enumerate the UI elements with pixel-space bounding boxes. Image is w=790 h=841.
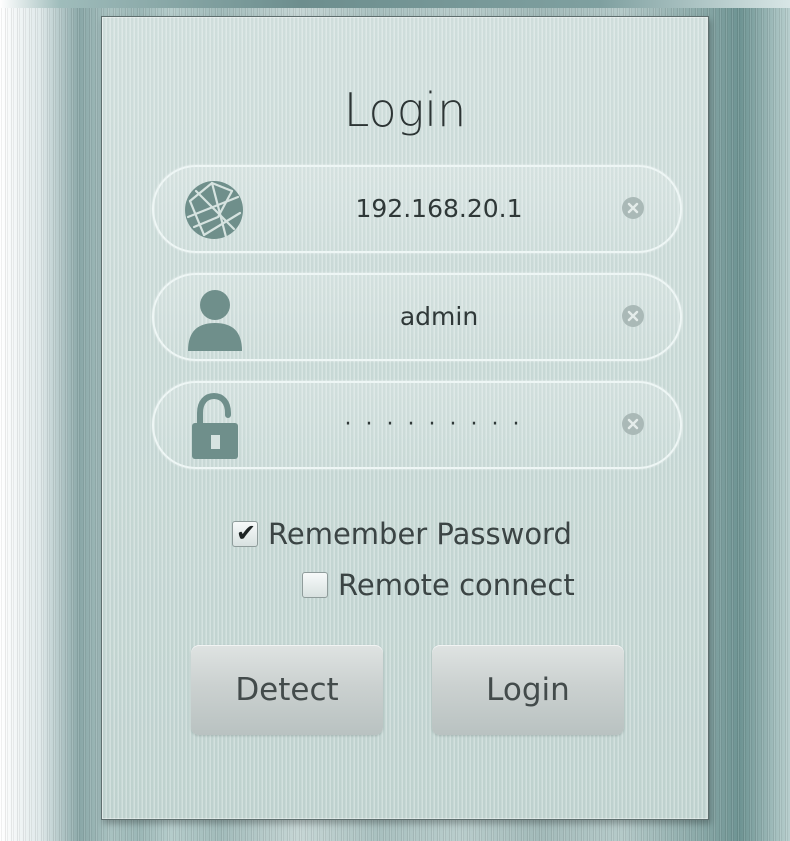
user-icon (182, 285, 246, 351)
login-button[interactable]: Login (432, 645, 624, 735)
remote-connect-option[interactable]: Remote connect (302, 568, 575, 602)
clear-username-icon[interactable] (622, 305, 644, 327)
remember-password-label: Remember Password (268, 517, 572, 551)
password-field[interactable]: ········· (152, 381, 682, 469)
ip-address-input[interactable] (274, 167, 604, 251)
username-input[interactable] (274, 275, 604, 359)
window-top-edge (0, 0, 790, 8)
detect-button[interactable]: Detect (191, 645, 383, 735)
padlock-icon (182, 392, 246, 459)
remote-connect-label: Remote connect (338, 568, 575, 602)
remote-connect-checkbox[interactable] (302, 572, 328, 598)
login-dialog: Login 192.168.20.1 admin ········· ✔ Rem… (101, 16, 709, 820)
username-field[interactable] (152, 273, 682, 361)
remember-password-option[interactable]: ✔ Remember Password (232, 517, 572, 551)
globe-icon (182, 177, 246, 243)
ip-address-field[interactable] (152, 165, 682, 253)
password-input[interactable]: ········· (274, 383, 604, 467)
checkmark-icon: ✔ (236, 519, 257, 547)
clear-password-icon[interactable] (622, 413, 644, 435)
remember-password-checkbox[interactable]: ✔ (232, 519, 258, 547)
dialog-title: Login (343, 83, 467, 137)
clear-ip-icon[interactable] (622, 197, 644, 219)
